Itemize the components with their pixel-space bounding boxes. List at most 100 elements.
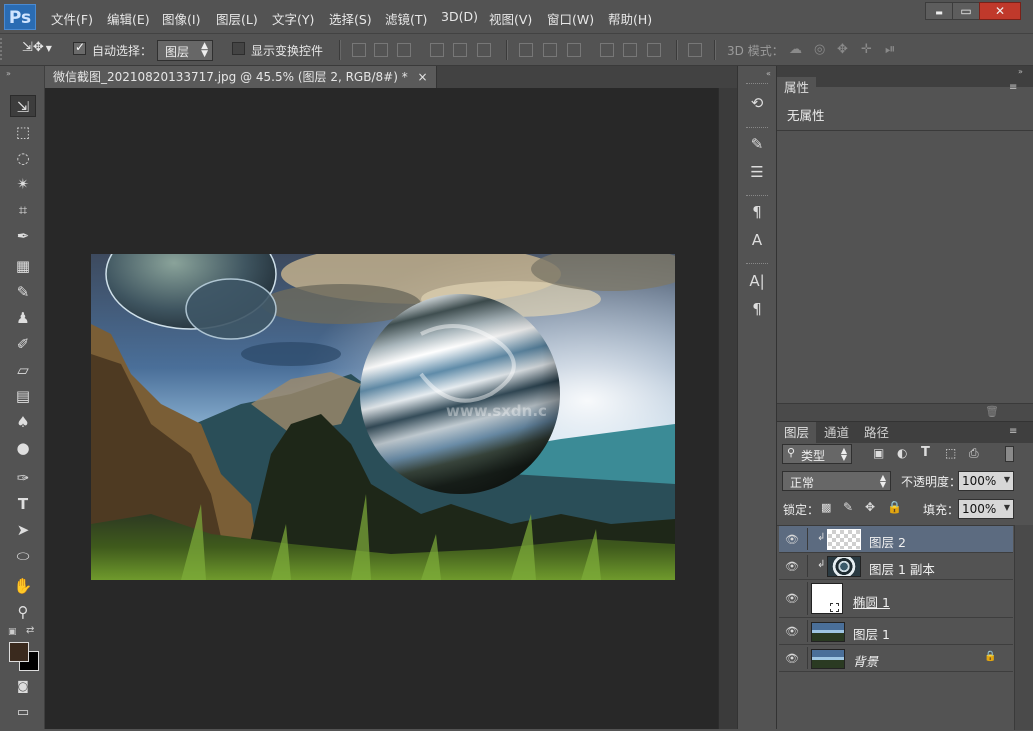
trash-icon[interactable]: 🗑 xyxy=(985,405,999,418)
magic-wand-icon[interactable]: ✴ xyxy=(10,173,36,195)
foreground-color-swatch[interactable] xyxy=(9,642,29,662)
distribute-bottom-icon[interactable] xyxy=(567,43,581,57)
menu-image[interactable]: 图像(I) xyxy=(162,9,200,28)
document-canvas-image[interactable]: www.sxdn.c xyxy=(91,254,675,580)
panel-menu-icon[interactable]: ≡ xyxy=(1009,426,1017,437)
filter-toggle[interactable] xyxy=(1005,446,1014,462)
opacity-input[interactable]: 100% ▼ xyxy=(958,471,1014,491)
canvas-area[interactable]: www.sxdn.c xyxy=(45,88,718,729)
menu-select[interactable]: 选择(S) xyxy=(329,9,372,28)
blur-tool-icon[interactable]: ♠ xyxy=(10,411,36,433)
filter-shape-icon[interactable]: ⬚ xyxy=(945,446,956,460)
filter-smart-object-icon[interactable]: ⎙ xyxy=(969,446,979,461)
distribute-top-icon[interactable] xyxy=(519,43,533,57)
lock-pixels-icon[interactable]: ✎ xyxy=(843,500,853,514)
panel-menu-icon[interactable]: ≡ xyxy=(1009,82,1017,93)
menu-filter[interactable]: 滤镜(T) xyxy=(385,9,427,28)
layer-name[interactable]: 图层 1 xyxy=(853,624,890,643)
3d-pan-icon[interactable]: ✥ xyxy=(837,42,848,57)
tab-channels[interactable]: 通道 xyxy=(817,422,856,443)
collapse-arrows-icon[interactable]: » xyxy=(1018,67,1023,76)
visibility-eye-icon[interactable]: 👁 xyxy=(785,625,799,638)
menu-edit[interactable]: 编辑(E) xyxy=(107,9,150,28)
move-tool-icon[interactable]: ⇲ xyxy=(10,95,36,117)
layer-name[interactable]: 图层 1 副本 xyxy=(869,559,935,578)
eraser-tool-icon[interactable]: ▱ xyxy=(10,359,36,381)
pen-tool-icon[interactable]: ✑ xyxy=(10,467,36,489)
history-panel-icon[interactable]: ⟲ xyxy=(747,93,767,113)
distribute-vcenter-icon[interactable] xyxy=(543,43,557,57)
lock-all-icon[interactable]: 🔒 xyxy=(887,500,902,514)
align-left-icon[interactable] xyxy=(430,43,444,57)
align-top-icon[interactable] xyxy=(352,43,366,57)
close-window-button[interactable]: ✕ xyxy=(979,2,1021,20)
lock-transparent-icon[interactable]: ▩ xyxy=(821,501,831,514)
filter-pixel-icon[interactable]: ▣ xyxy=(873,446,884,460)
ellipse-tool-icon[interactable]: ⬭ xyxy=(10,545,36,567)
layer-row-layer1-copy[interactable]: 👁 ↲ 图层 1 副本 xyxy=(779,553,1013,580)
dodge-tool-icon[interactable]: ● xyxy=(10,437,36,459)
document-tab[interactable]: 微信截图_20210820133717.jpg @ 45.5% (图层 2, R… xyxy=(45,66,437,88)
expand-panels-icon[interactable]: « xyxy=(766,69,771,78)
visibility-eye-icon[interactable]: 👁 xyxy=(785,652,799,665)
3d-roll-icon[interactable]: ◎ xyxy=(814,42,825,57)
paragraph-panel-icon[interactable]: ¶ xyxy=(747,299,767,319)
align-bottom-icon[interactable] xyxy=(397,43,411,57)
3d-scale-icon[interactable]: ⏯ xyxy=(885,42,895,57)
tab-layers[interactable]: 图层 xyxy=(777,422,817,443)
eyedropper-icon[interactable]: ✒ xyxy=(10,225,36,247)
visibility-eye-icon[interactable]: 👁 xyxy=(785,592,799,605)
collapse-arrows-icon[interactable]: » xyxy=(6,69,11,78)
3d-slide-icon[interactable]: ✛ xyxy=(861,42,872,57)
menu-type[interactable]: 文字(Y) xyxy=(272,9,314,28)
path-select-icon[interactable]: ➤ xyxy=(10,519,36,541)
healing-brush-icon[interactable]: ▦ xyxy=(10,255,36,277)
menu-layer[interactable]: 图层(L) xyxy=(216,9,258,28)
character-panel-icon[interactable]: A| xyxy=(747,271,767,291)
quick-mask-icon[interactable]: ◙ xyxy=(10,675,36,697)
layer-name[interactable]: 图层 2 xyxy=(869,532,906,551)
crop-tool-icon[interactable]: ⌗ xyxy=(10,199,36,221)
character-styles-icon[interactable]: ¶ xyxy=(747,202,767,222)
zoom-tool-icon[interactable]: ⚲ xyxy=(10,601,36,623)
tab-paths[interactable]: 路径 xyxy=(857,422,896,443)
distribute-right-icon[interactable] xyxy=(647,43,661,57)
hand-tool-icon[interactable]: ✋ xyxy=(10,575,36,597)
maximize-button[interactable]: ▭ xyxy=(952,2,980,20)
align-hcenter-icon[interactable] xyxy=(453,43,467,57)
vertical-scrollbar[interactable] xyxy=(718,88,737,729)
align-vcenter-icon[interactable] xyxy=(374,43,388,57)
swap-colors-icon[interactable]: ⇄ xyxy=(26,625,34,636)
align-right-icon[interactable] xyxy=(477,43,491,57)
paragraph-styles-icon[interactable]: A xyxy=(747,230,767,250)
move-tool-preset[interactable]: ⇲✥ ▼ xyxy=(22,40,60,60)
lock-position-icon[interactable]: ✥ xyxy=(865,500,875,514)
menu-window[interactable]: 窗口(W) xyxy=(547,9,594,28)
visibility-eye-icon[interactable]: 👁 xyxy=(785,533,799,546)
filter-type-icon[interactable]: T xyxy=(921,445,930,460)
layer-row-layer2[interactable]: 👁 ↲ 图层 2 xyxy=(779,526,1013,553)
menu-help[interactable]: 帮助(H) xyxy=(608,9,652,28)
history-brush-icon[interactable]: ✐ xyxy=(10,333,36,355)
distribute-hcenter-icon[interactable] xyxy=(623,43,637,57)
menu-file[interactable]: 文件(F) xyxy=(51,9,93,28)
menu-view[interactable]: 视图(V) xyxy=(489,9,532,28)
menu-3d[interactable]: 3D(D) xyxy=(441,9,478,24)
visibility-eye-icon[interactable]: 👁 xyxy=(785,560,799,573)
fill-input[interactable]: 100% ▼ xyxy=(958,499,1014,519)
lasso-tool-icon[interactable]: ◌ xyxy=(10,147,36,169)
layer-name[interactable]: 背景 xyxy=(853,651,878,670)
layers-scrollbar[interactable] xyxy=(1014,525,1033,730)
layer-filter-dropdown[interactable]: ⚲ 类型 ▲ ▼ xyxy=(782,444,852,464)
type-tool-icon[interactable]: T xyxy=(10,493,36,515)
minimize-button[interactable]: ▬ xyxy=(925,2,953,20)
3d-rotate-icon[interactable]: ☁ xyxy=(789,42,802,57)
default-colors-icon[interactable]: ▣ xyxy=(8,627,17,637)
stamp-tool-icon[interactable]: ♟ xyxy=(10,307,36,329)
brush-tool-icon[interactable]: ✎ xyxy=(10,281,36,303)
layer-name[interactable]: 椭圆 1 xyxy=(853,592,890,611)
auto-align-icon[interactable] xyxy=(688,43,702,57)
layer-row-background[interactable]: 👁 背景 🔒 xyxy=(779,645,1013,672)
close-tab-icon[interactable]: × xyxy=(418,70,428,84)
auto-select-checkbox[interactable]: ✓ xyxy=(73,40,86,55)
